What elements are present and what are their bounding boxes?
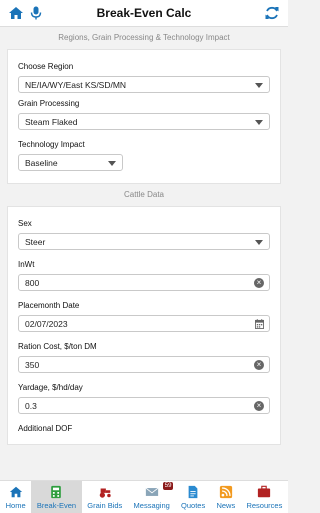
grain-label: Grain Processing: [18, 99, 80, 108]
ration-value: 350: [25, 360, 40, 370]
grain-processing-select[interactable]: Steam Flaked: [18, 113, 270, 130]
nav-grain-bids[interactable]: Grain Bids: [82, 481, 128, 513]
nav-resources-label: Resources: [246, 501, 283, 510]
nav-news[interactable]: News: [211, 481, 241, 513]
yardage-label: Yardage, $/hd/day: [18, 383, 83, 392]
nav-resources[interactable]: Resources: [241, 481, 288, 513]
nav-messaging[interactable]: 59 Messaging: [128, 481, 176, 513]
nav-home-label: Home: [5, 501, 26, 510]
region-label: Choose Region: [18, 62, 74, 71]
chevron-down-icon: [255, 240, 263, 245]
technology-select[interactable]: Baseline: [18, 154, 123, 171]
nav-news-label: News: [216, 501, 236, 510]
chevron-down-icon: [108, 161, 116, 166]
document-icon: [188, 485, 198, 499]
yardage-input[interactable]: 0.3 ×: [18, 397, 270, 414]
briefcase-icon: [258, 485, 271, 498]
page-title: Break-Even Calc: [96, 6, 192, 20]
chevron-down-icon: [255, 83, 263, 88]
grain-value: Steam Flaked: [25, 117, 78, 127]
tractor-icon: [99, 488, 111, 498]
rss-icon: [219, 485, 232, 499]
bottom-nav: Home Break-Even Grain Bids 59 Messaging: [0, 480, 288, 513]
ration-cost-input[interactable]: 350 ×: [18, 356, 270, 373]
nav-break-even[interactable]: Break-Even: [31, 481, 82, 513]
placement-value: 02/07/2023: [25, 319, 68, 329]
tech-label: Technology Impact: [18, 140, 85, 149]
calendar-icon[interactable]: [255, 319, 264, 329]
home-icon: [9, 486, 22, 498]
clear-icon[interactable]: ×: [254, 401, 264, 411]
inwt-input[interactable]: 800 ×: [18, 274, 270, 291]
messaging-badge: 59: [162, 482, 174, 490]
envelope-icon: [145, 487, 159, 496]
nav-messaging-label: Messaging: [133, 501, 170, 510]
placement-label: Placemonth Date: [18, 301, 80, 310]
inwt-value: 800: [25, 278, 40, 288]
clear-icon[interactable]: ×: [254, 278, 264, 288]
calculator-icon: [51, 485, 62, 499]
nav-home[interactable]: Home: [0, 481, 31, 513]
chevron-down-icon: [255, 120, 263, 125]
nav-quotes[interactable]: Quotes: [175, 481, 210, 513]
nav-grain-bids-label: Grain Bids: [87, 501, 123, 510]
regions-card: Choose Region NE/IA/WY/East KS/SD/MN Gra…: [7, 49, 281, 184]
nav-break-even-label: Break-Even: [36, 501, 77, 510]
cattle-card: Sex Steer InWt 800 × Placemonth Date 02/…: [7, 206, 281, 445]
clear-icon[interactable]: ×: [254, 360, 264, 370]
sex-select[interactable]: Steer: [18, 233, 270, 250]
ration-label: Ration Cost, $/ton DM: [18, 342, 97, 351]
nav-quotes-label: Quotes: [181, 501, 206, 510]
app-header: Break-Even Calc: [0, 0, 288, 27]
refresh-icon[interactable]: [264, 5, 280, 21]
inwt-label: InWt: [18, 260, 35, 269]
region-select[interactable]: NE/IA/WY/East KS/SD/MN: [18, 76, 270, 93]
tech-value: Baseline: [25, 158, 58, 168]
additional-dof-label: Additional DOF: [18, 424, 73, 433]
placement-date-input[interactable]: 02/07/2023: [18, 315, 270, 332]
region-value: NE/IA/WY/East KS/SD/MN: [25, 80, 127, 90]
yardage-value: 0.3: [25, 401, 37, 411]
section-title-regions: Regions, Grain Processing & Technology I…: [58, 33, 230, 42]
sex-value: Steer: [25, 237, 46, 247]
sex-label: Sex: [18, 219, 32, 228]
main-content[interactable]: Regions, Grain Processing & Technology I…: [0, 27, 288, 480]
section-title-cattle: Cattle Data: [123, 190, 165, 199]
